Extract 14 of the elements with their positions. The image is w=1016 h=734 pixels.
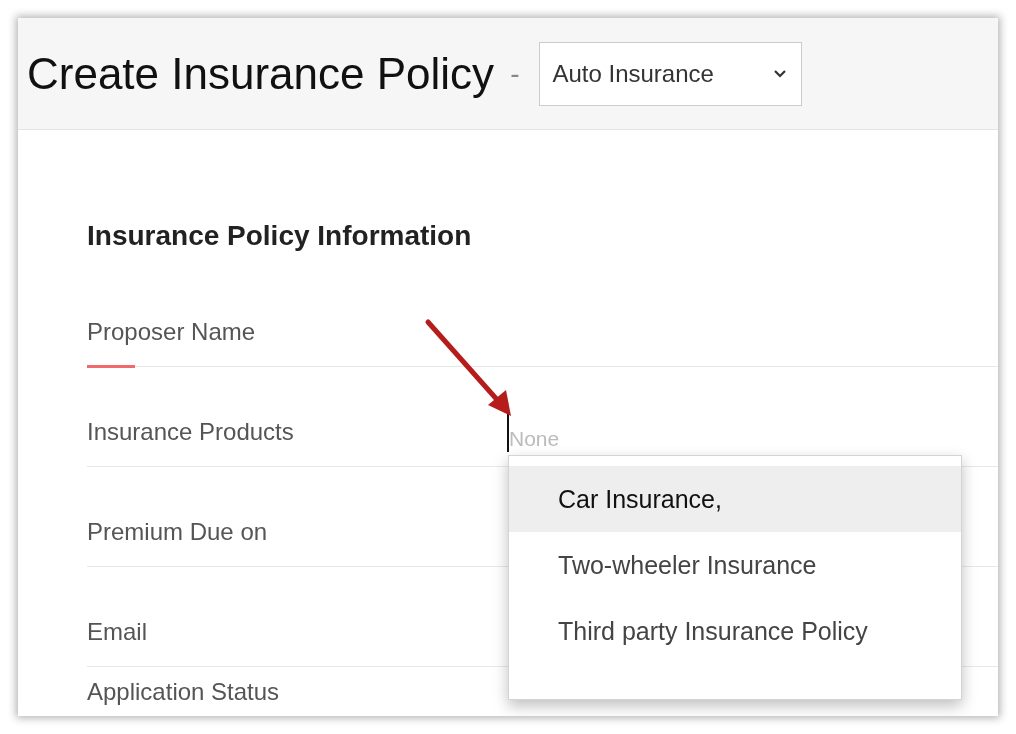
chevron-down-icon — [773, 68, 788, 79]
field-label: Proposer Name — [87, 317, 257, 347]
dropdown-option[interactable]: Third party Insurance Policy — [509, 598, 961, 664]
products-input-field[interactable]: None — [507, 414, 707, 452]
policy-type-select[interactable]: Auto Insurance — [539, 41, 803, 106]
field-label: Insurance Products — [87, 417, 295, 447]
page-title: Create Insurance Policy — [27, 48, 495, 99]
field-label: Application Status — [87, 677, 281, 707]
field-label: Email — [87, 617, 148, 647]
section-title: Insurance Policy Information — [87, 220, 473, 252]
dropdown-option[interactable]: Car Insurance, — [509, 466, 961, 532]
field-label: Premium Due on — [87, 517, 269, 547]
dropdown-option[interactable]: Two-wheeler Insurance — [509, 532, 961, 598]
title-separator: - — [510, 57, 520, 90]
